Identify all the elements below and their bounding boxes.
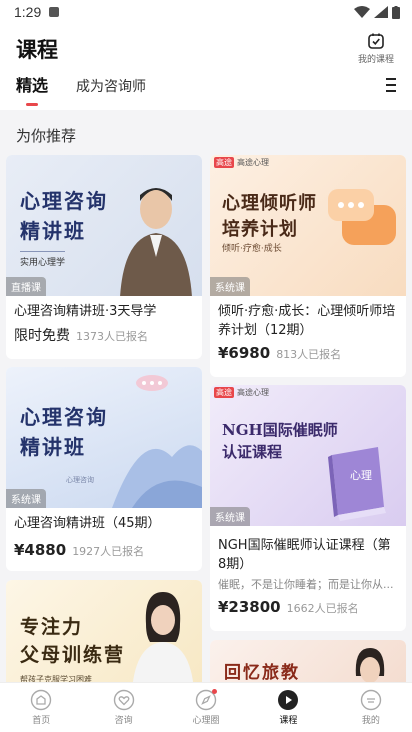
presenter-photo [120,188,192,296]
thumb-title-line-1: 回忆旅教 [224,663,300,683]
thumb-title-line-1: 专注力 [20,616,84,638]
nav-item-community[interactable]: 心理圈 [165,683,247,732]
tab-become-counselor[interactable]: 成为咨询师 [76,76,146,96]
thumb-subtitle: 心理咨询 [66,476,94,484]
notification-icon [49,7,60,17]
thumb-title-line-2: 培养计划 [222,219,298,240]
course-price: ¥23800 [218,598,281,616]
enrolled-count: 1927人已报名 [72,545,145,558]
nav-item-courses[interactable]: 课程 [247,683,329,732]
menu-icon[interactable] [386,78,396,92]
course-tag: 系统课 [210,507,250,526]
home-icon [31,689,52,711]
my-course-label: 我的课程 [357,55,394,65]
play-icon [278,690,299,710]
thumb-title-line-2: 认证课程 [222,443,283,461]
course-thumbnail: 心理咨询 精讲班 心理咨询 系统课 [6,367,202,508]
thumb-title-line-2: 父母训练营 [20,644,126,666]
brand-badge: 高途 高途心理 [214,157,269,168]
price-row: ¥4880 1927人已报名 [6,533,202,559]
course-title: NGH国际催眠师认证课程（第8期） [218,538,391,572]
course-tag: 系统课 [210,277,250,296]
nav-label: 首页 [32,716,51,726]
course-card[interactable]: 高途 高途心理 心理倾听师 培养计划 倾听·疗愈·成长 系统课 倾听·疗愈·成长… [210,155,406,377]
header: 课程 我的课程 精选 成为咨询师 [0,24,412,110]
thumb-subtitle: 实用心理学 [20,251,66,268]
course-thumbnail: 专注力 父母训练营 帮孩子克服学习困难 [6,580,202,690]
thumb-title-line-2: 精讲班 [20,435,86,459]
thumb-title-line-2: 精讲班 [20,219,86,243]
bottom-nav: 首页 咨询 心理圈 课程 我的 [0,682,412,732]
thumb-title-line-1: NGH国际催眠师 [222,421,338,439]
course-thumbnail: 高途 高途心理 NGH国际催眠师 认证课程 心理 系统课 [210,385,406,526]
section-title: 为你推荐 [16,127,77,145]
battery-icon [392,5,400,19]
signal-icon [374,6,388,18]
heart-icon [113,689,134,711]
enrolled-count: 813人已报名 [276,348,342,361]
thumb-title-line-1: 心理咨询 [20,405,108,429]
course-description: 催眠，不是让你睡着；而是让你从... [218,578,394,591]
profile-icon [360,689,382,711]
course-price: 限时免费 [14,328,70,344]
presenter-photo [132,592,194,690]
course-card[interactable]: 心理咨询 精讲班 心理咨询 系统课 心理咨询精讲班（45期） ¥4880 192… [6,367,202,571]
course-thumbnail: 心理咨询 精讲班 实用心理学 直播课 [6,155,202,296]
course-card[interactable]: 心理咨询 精讲班 实用心理学 直播课 心理咨询精讲班·3天导学 限时免费 137… [6,155,202,359]
enrolled-count: 1373人已报名 [76,330,148,343]
course-price: ¥6980 [218,344,271,362]
course-card[interactable]: 专注力 父母训练营 帮孩子克服学习困难 [6,580,202,690]
mountain-illustration [112,375,202,508]
status-bar: 1:29 [0,0,412,24]
my-course-button[interactable]: 我的课程 [354,32,398,65]
course-thumbnail: 高途 高途心理 心理倾听师 培养计划 倾听·疗愈·成长 系统课 [210,155,406,296]
speech-bubble-illustration [328,189,396,245]
price-row: ¥23800 1662人已报名 [210,592,406,616]
course-title: 心理咨询精讲班（45期） [14,516,161,531]
nav-item-home[interactable]: 首页 [0,683,82,732]
thumb-title-line-1: 心理倾听师 [222,193,317,214]
nav-label: 咨询 [114,716,133,726]
course-tag: 直播课 [6,277,46,296]
price-row: 限时免费 1373人已报名 [6,321,202,345]
nav-label: 课程 [279,716,298,726]
check-calendar-icon [368,33,384,49]
thumb-subtitle: 倾听·疗愈·成长 [222,244,282,254]
nav-label: 我的 [361,716,380,726]
course-title: 心理咨询精讲班·3天导学 [14,304,157,319]
course-title: 倾听·疗愈·成长：心理倾听师培养计划（12期） [218,304,396,338]
price-row: ¥6980 813人已报名 [210,340,406,362]
wifi-icon [354,6,370,18]
nav-item-profile[interactable]: 我的 [330,683,412,732]
thumb-title-line-1: 心理咨询 [20,189,108,213]
tab-featured[interactable]: 精选 [16,72,48,96]
course-tag: 系统课 [6,489,46,508]
enrolled-count: 1662人已报名 [286,602,359,615]
nav-label: 心理圈 [192,716,220,726]
status-time: 1:29 [14,4,42,20]
book-label: 心理 [350,469,372,482]
page-title: 课程 [16,38,58,62]
tab-bar: 精选 成为咨询师 [16,72,146,96]
course-card[interactable]: 高途 高途心理 NGH国际催眠师 认证课程 心理 系统课 NGH国际催眠师认证课… [210,385,406,631]
course-price: ¥4880 [14,541,67,559]
nav-item-consult[interactable]: 咨询 [82,683,164,732]
notification-dot [212,689,218,694]
brand-badge: 高途 高途心理 [214,387,269,398]
